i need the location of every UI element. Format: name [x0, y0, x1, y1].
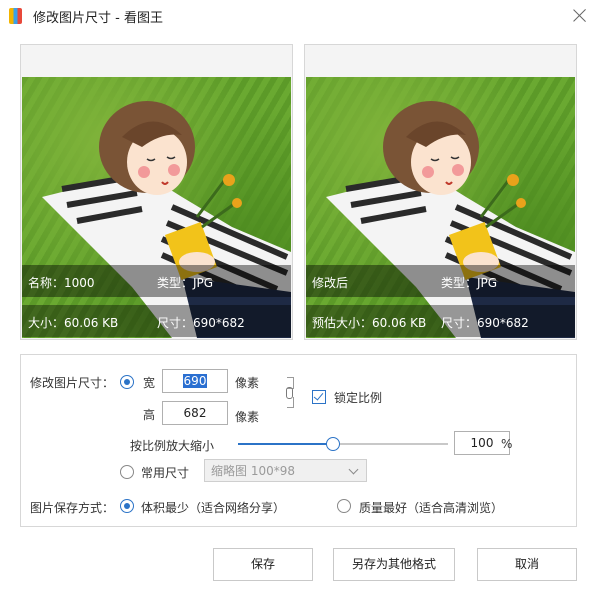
- save-as-button[interactable]: 另存为其他格式: [333, 548, 455, 581]
- settings-panel: 修改图片尺寸： 宽 690 像素 高 682 像素 锁定比例 按比例放大缩小 1…: [20, 354, 577, 527]
- file-type: 类型：JPG: [441, 276, 498, 290]
- close-icon[interactable]: [570, 6, 590, 26]
- modified-image: 修改后 类型：JPG 预估大小：60.06 KB 尺寸：690*682: [306, 77, 575, 338]
- resize-label: 修改图片尺寸：: [30, 376, 115, 390]
- title-bar: 修改图片尺寸 - 看图王: [0, 0, 600, 32]
- save-mode-label: 图片保存方式：: [30, 501, 115, 515]
- info-band-bottom: 大小：60.06 KB 尺寸：690*682: [22, 305, 291, 337]
- width-input[interactable]: 690: [162, 369, 228, 393]
- radio-smallest-size[interactable]: [120, 499, 134, 513]
- scale-slider-thumb[interactable]: [325, 437, 340, 451]
- radio-custom-size[interactable]: [120, 375, 134, 389]
- height-input[interactable]: 682: [162, 401, 228, 425]
- common-size-select[interactable]: 缩略图 100*98: [204, 459, 367, 482]
- file-size: 大小：60.06 KB: [28, 316, 119, 330]
- percent-sign: %: [501, 437, 513, 451]
- cancel-button[interactable]: 取消: [477, 548, 577, 581]
- file-dimensions: 尺寸：690*682: [157, 316, 245, 330]
- info-band-top: 名称：1000 类型：JPG: [22, 265, 291, 297]
- scale-slider[interactable]: [238, 437, 448, 451]
- original-image: 名称：1000 类型：JPG 大小：60.06 KB 尺寸：690*682: [22, 77, 291, 338]
- modified-label: 修改后: [312, 276, 349, 290]
- option-small-label: 体积最少（适合网络分享）: [141, 501, 286, 515]
- width-label: 宽: [143, 376, 156, 390]
- width-unit: 像素: [235, 376, 260, 390]
- scale-label: 按比例放大缩小: [130, 439, 215, 453]
- height-unit: 像素: [235, 410, 260, 424]
- lock-ratio-checkbox[interactable]: [312, 390, 326, 404]
- chevron-down-icon: [348, 464, 359, 475]
- radio-best-quality[interactable]: [337, 499, 351, 513]
- modified-preview-panel: 修改后 类型：JPG 预估大小：60.06 KB 尺寸：690*682: [304, 44, 577, 340]
- scale-slider-fill: [238, 443, 333, 445]
- option-quality-label: 质量最好（适合高清浏览）: [359, 501, 504, 515]
- height-label: 高: [143, 408, 156, 422]
- common-size-label: 常用尺寸: [141, 466, 190, 480]
- original-preview-panel: 名称：1000 类型：JPG 大小：60.06 KB 尺寸：690*682: [20, 44, 293, 340]
- info-band-top: 修改后 类型：JPG: [306, 265, 575, 297]
- chain-link-icon[interactable]: [286, 377, 295, 408]
- estimated-size: 预估大小：60.06 KB: [312, 316, 427, 330]
- app-icon: [9, 8, 22, 24]
- file-dimensions: 尺寸：690*682: [441, 316, 529, 330]
- girl-illustration: [42, 101, 291, 338]
- lock-ratio-label: 锁定比例: [334, 391, 383, 405]
- file-name: 名称：1000: [28, 276, 95, 290]
- info-band-bottom: 预估大小：60.06 KB 尺寸：690*682: [306, 305, 575, 337]
- radio-common-size[interactable]: [120, 465, 134, 479]
- girl-illustration: [326, 101, 575, 338]
- window-title: 修改图片尺寸 - 看图王: [33, 11, 163, 26]
- save-button[interactable]: 保存: [213, 548, 313, 581]
- file-type: 类型：JPG: [157, 276, 214, 290]
